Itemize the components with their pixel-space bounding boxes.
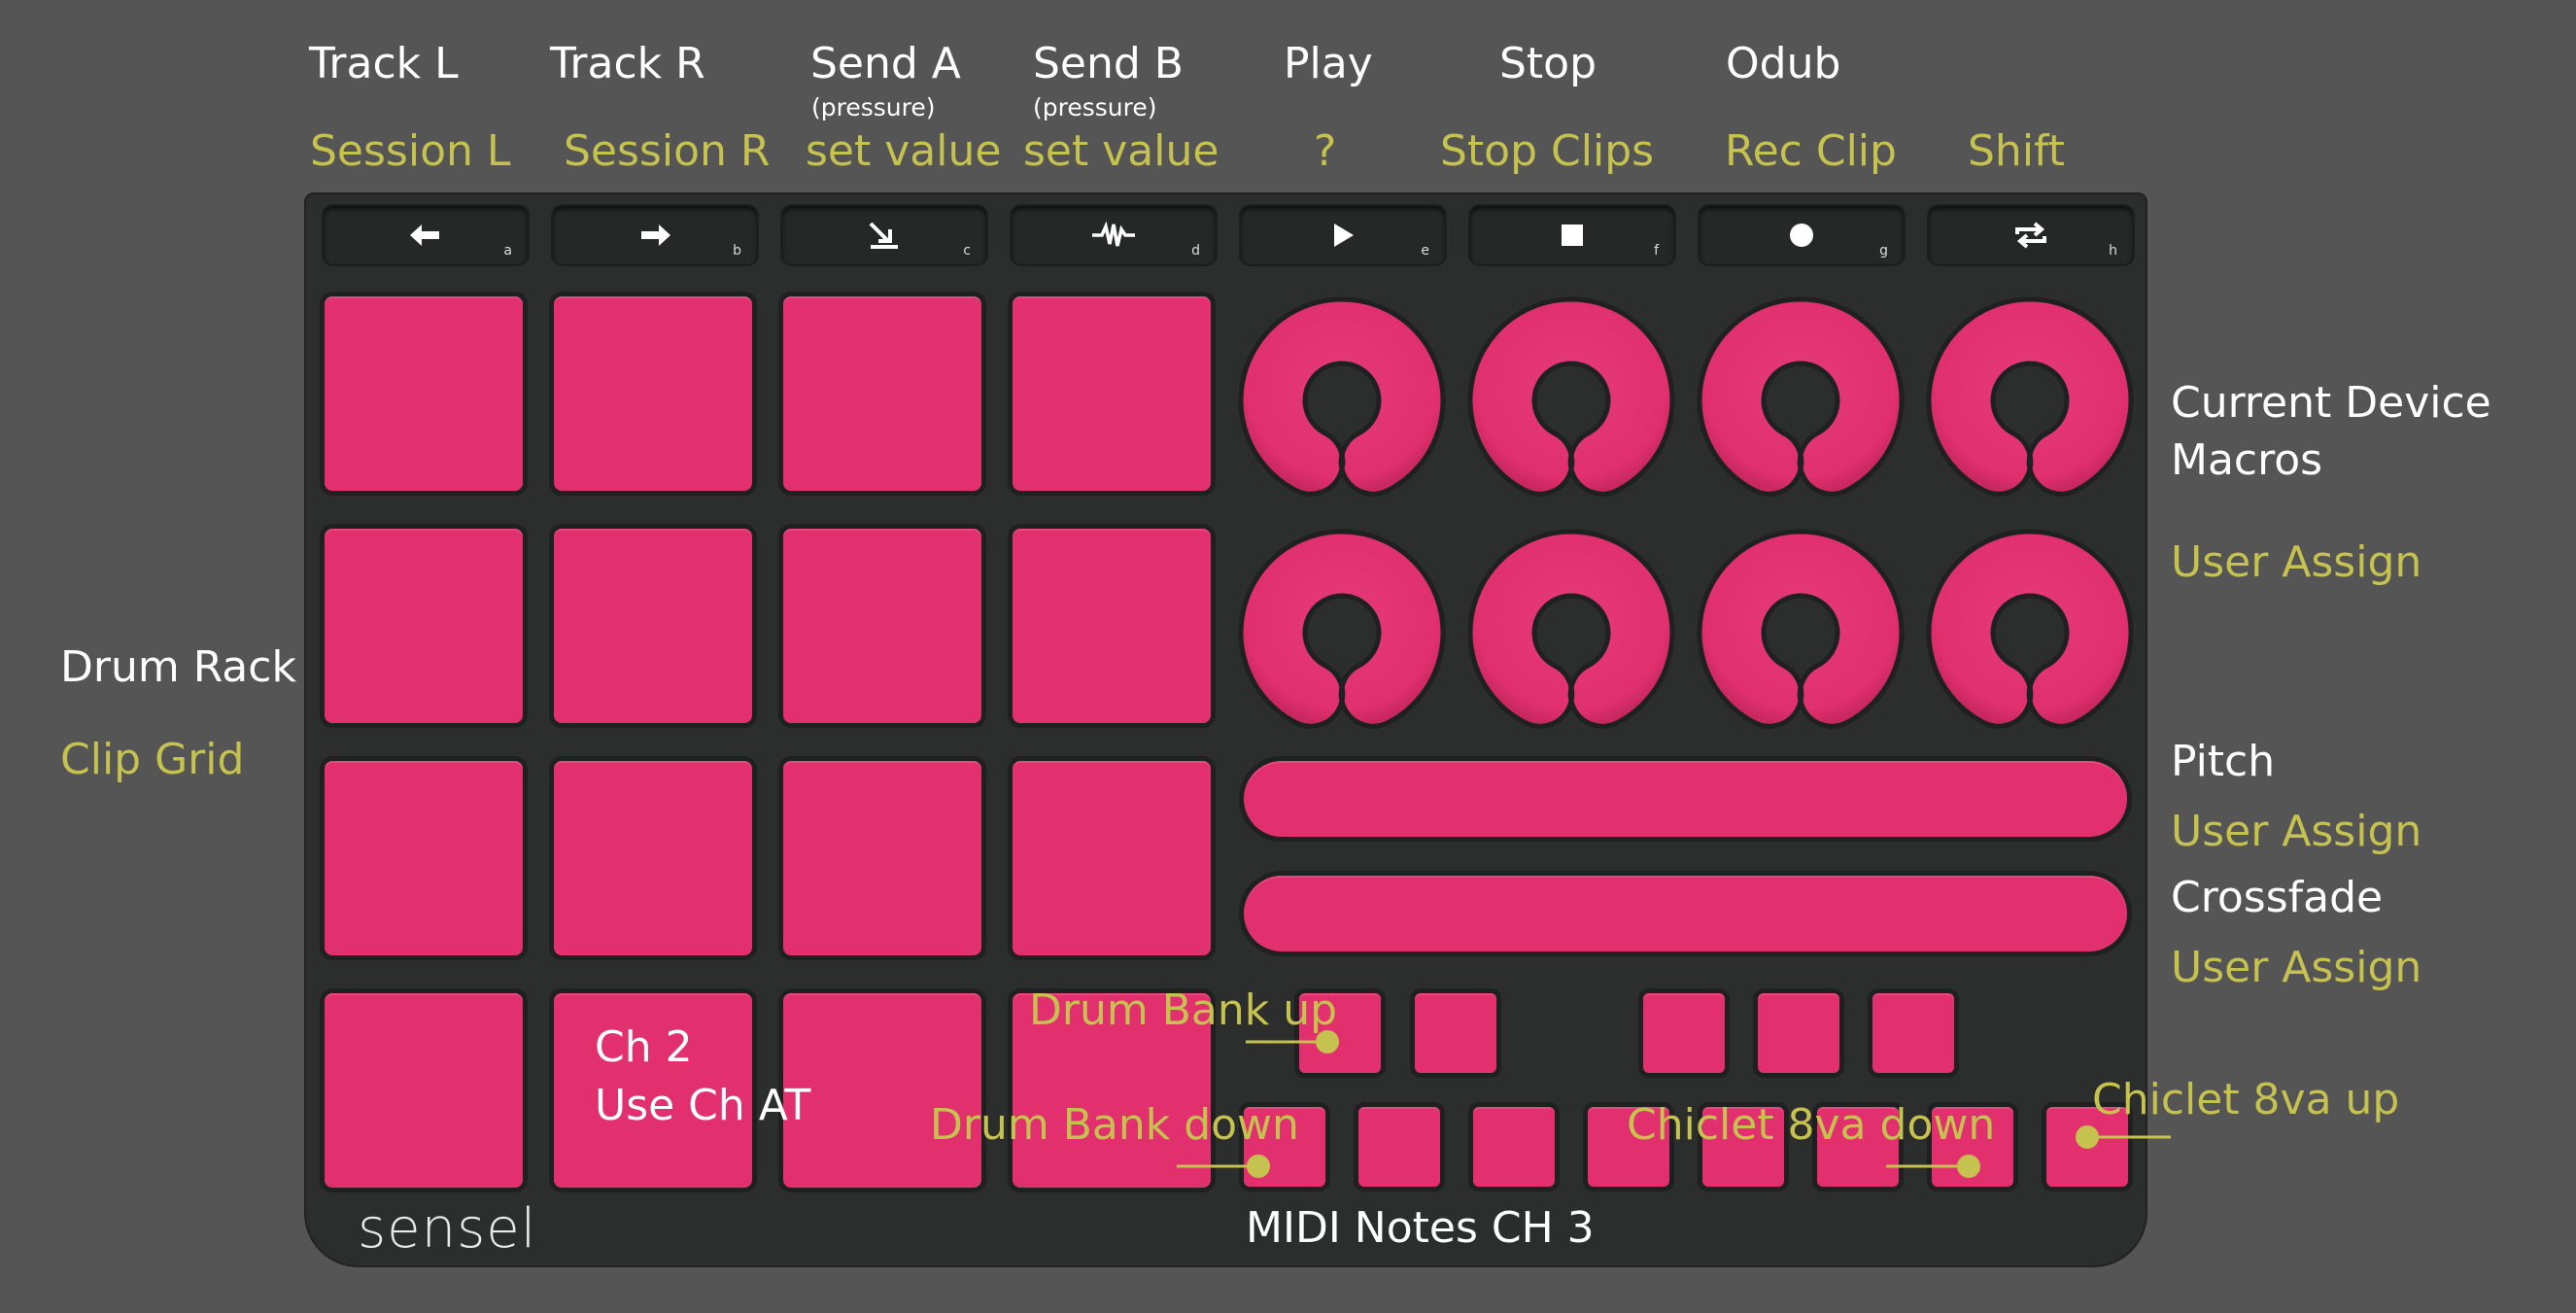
- label-chiclet-8va-down: Chiclet 8va down: [1627, 1100, 1996, 1150]
- label-drum-bank-up: Drum Bank up: [1029, 985, 1338, 1035]
- macro-knob-5[interactable]: [1238, 529, 1446, 729]
- callout-dot-drum-bank-down: [1247, 1155, 1270, 1178]
- macro-knob-2[interactable]: [1467, 296, 1675, 497]
- macro-knob-7[interactable]: [1697, 529, 1905, 729]
- macro-knob-4[interactable]: [1926, 296, 2134, 497]
- label-drum-bank-down: Drum Bank down: [930, 1100, 1299, 1150]
- label-chiclet-8va-up: Chiclet 8va up: [2092, 1075, 2400, 1124]
- callout-dot-chiclet-up: [2076, 1125, 2099, 1149]
- macro-knob-8[interactable]: [1926, 529, 2134, 729]
- macro-knob-6[interactable]: [1467, 529, 1675, 729]
- label-use-ch-at: Use Ch AT: [595, 1081, 811, 1130]
- label-midi-notes: MIDI Notes CH 3: [1246, 1203, 1595, 1253]
- macro-knob-1[interactable]: [1238, 296, 1446, 497]
- macro-knob-3[interactable]: [1697, 296, 1905, 497]
- label-ch2: Ch 2: [595, 1022, 693, 1072]
- callout-dot-chiclet-down: [1957, 1155, 1980, 1178]
